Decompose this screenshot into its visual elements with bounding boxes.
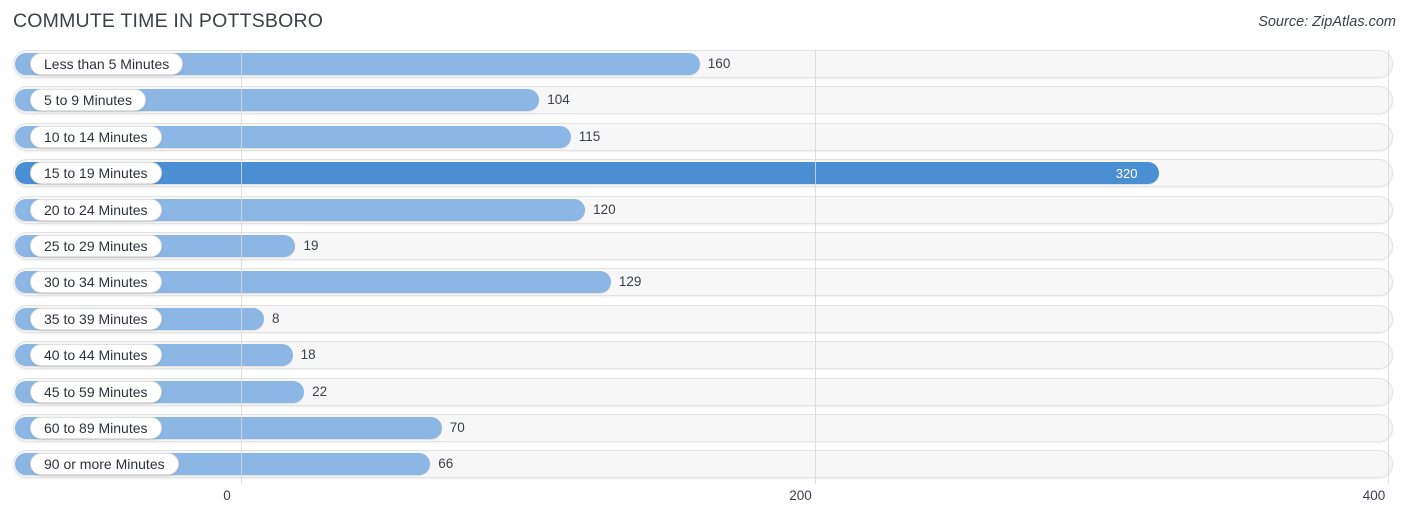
category-label-pill[interactable]: 60 to 89 Minutes: [30, 416, 162, 439]
bar-row[interactable]: 320 15 to 19 Minutes: [0, 155, 1406, 191]
category-label-text: 5 to 9 Minutes: [44, 92, 132, 109]
bar-value-label: 320: [1115, 166, 1138, 182]
bar-value-label: 8: [271, 310, 280, 326]
category-label-pill[interactable]: 15 to 19 Minutes: [30, 162, 162, 185]
category-label-text: 25 to 29 Minutes: [44, 237, 148, 254]
bar-row[interactable]: 19 25 to 29 Minutes: [0, 228, 1406, 264]
category-label-text: 45 to 59 Minutes: [44, 383, 148, 400]
bar-value-label: 115: [578, 128, 601, 144]
bar-row[interactable]: 129 30 to 34 Minutes: [0, 264, 1406, 300]
category-label-text: 35 to 39 Minutes: [44, 310, 148, 327]
bar-row[interactable]: 115 10 to 14 Minutes: [0, 119, 1406, 155]
bar-value-label: 104: [547, 92, 570, 108]
chart-header: COMMUTE TIME IN POTTSBORO Source: ZipAtl…: [0, 0, 1406, 44]
category-label-text: 15 to 19 Minutes: [44, 165, 148, 182]
bar-row[interactable]: 70 60 to 89 Minutes: [0, 410, 1406, 446]
bar-row[interactable]: 8 35 to 39 Minutes: [0, 301, 1406, 337]
category-label-pill[interactable]: 45 to 59 Minutes: [30, 380, 162, 403]
category-label-text: 30 to 34 Minutes: [44, 274, 148, 291]
source-attribution: Source: ZipAtlas.com: [1258, 14, 1396, 30]
category-label-text: Less than 5 Minutes: [44, 56, 170, 72]
bar-value-label: 19: [303, 237, 319, 253]
x-axis: 0 200 400: [0, 484, 1406, 522]
category-label-text: 90 or more Minutes: [44, 456, 165, 473]
bar-value-label: 22: [312, 383, 328, 399]
category-label-pill[interactable]: 90 or more Minutes: [30, 453, 179, 476]
bar-rows: 160 Less than 5 Minutes 104 5 to 9 Minutes 1…: [0, 46, 1406, 483]
bar-value-label: 66: [438, 456, 454, 472]
category-label-pill[interactable]: 20 to 24 Minutes: [30, 198, 162, 221]
bar-value-label: 160: [707, 56, 731, 71]
bar-row[interactable]: 22 45 to 59 Minutes: [0, 374, 1406, 410]
bar-row[interactable]: 160 Less than 5 Minutes: [0, 46, 1406, 82]
bar-value-label: 129: [618, 274, 642, 290]
chart-page: COMMUTE TIME IN POTTSBORO Source: ZipAtl…: [0, 0, 1406, 522]
bar-row[interactable]: 120 20 to 24 Minutes: [0, 192, 1406, 228]
category-label-text: 20 to 24 Minutes: [44, 201, 148, 218]
plot-area: 160 Less than 5 Minutes 104 5 to 9 Minutes 1…: [0, 46, 1406, 484]
bar-row[interactable]: 104 5 to 9 Minutes: [0, 82, 1406, 118]
category-label-pill[interactable]: 30 to 34 Minutes: [30, 271, 162, 294]
bar-value-label: 70: [449, 419, 465, 435]
category-label-pill[interactable]: 5 to 9 Minutes: [30, 89, 146, 112]
bar-fill[interactable]: [15, 162, 1159, 185]
category-label-pill[interactable]: 25 to 29 Minutes: [30, 234, 162, 257]
page-title: COMMUTE TIME IN POTTSBORO: [13, 10, 324, 32]
category-label-pill[interactable]: Less than 5 Minutes: [30, 53, 184, 75]
bar-row[interactable]: 66 90 or more Minutes: [0, 446, 1406, 482]
category-label-pill[interactable]: 10 to 14 Minutes: [30, 125, 162, 148]
category-label-pill[interactable]: 40 to 44 Minutes: [30, 344, 162, 367]
category-label-text: 40 to 44 Minutes: [44, 347, 148, 364]
bar-value-label: 120: [593, 201, 616, 217]
category-label-text: 10 to 14 Minutes: [44, 128, 148, 145]
bar-value-label: 18: [300, 347, 316, 363]
bar-row[interactable]: 18 40 to 44 Minutes: [0, 337, 1406, 373]
category-label-text: 60 to 89 Minutes: [44, 419, 148, 436]
axis-tick-label: 400: [1362, 488, 1386, 503]
axis-tick-label: 200: [789, 488, 812, 503]
axis-tick-label: 0: [223, 488, 231, 503]
category-label-pill[interactable]: 35 to 39 Minutes: [30, 307, 162, 330]
